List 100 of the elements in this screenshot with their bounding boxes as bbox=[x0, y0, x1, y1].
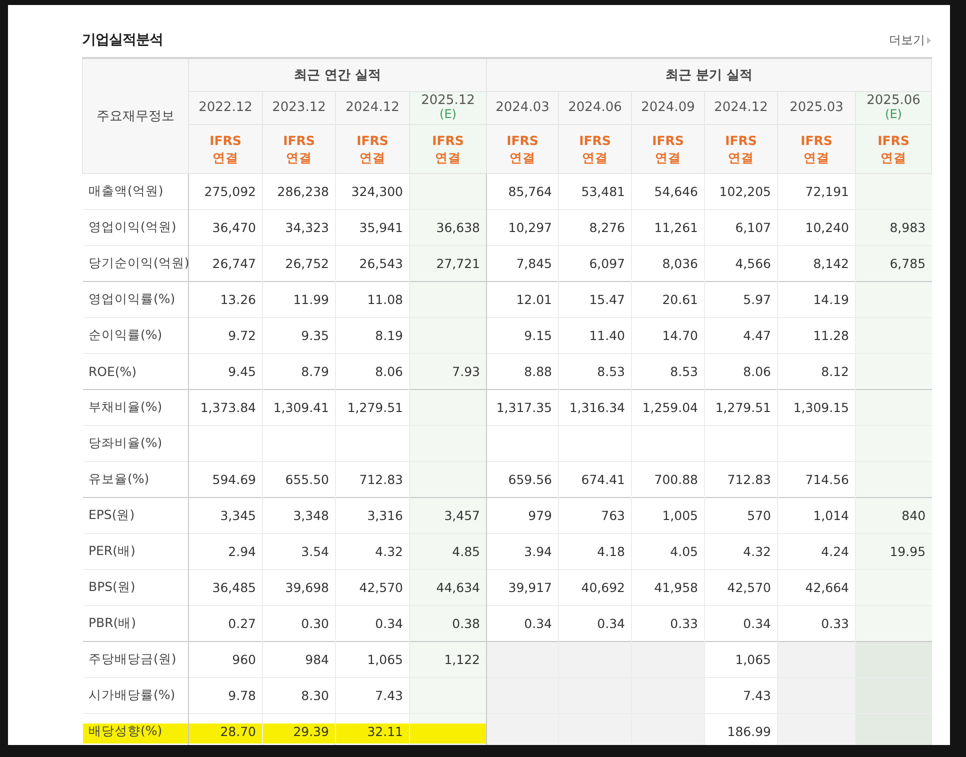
table-cell: 674.41 bbox=[558, 461, 632, 497]
table-cell: 1,279.51 bbox=[336, 389, 410, 425]
table-cell: 960 bbox=[188, 641, 262, 677]
table-cell: 7.43 bbox=[704, 677, 778, 713]
table-cell: 36,470 bbox=[188, 209, 262, 245]
table-cell: 72,191 bbox=[778, 173, 856, 209]
table-cell: 714.56 bbox=[778, 461, 856, 497]
accounting-basis-header: IFRS 연결 bbox=[856, 124, 932, 173]
table-cell: 763 bbox=[558, 497, 632, 533]
table-cell: 11.99 bbox=[262, 281, 336, 317]
row-label: 주당배당금(원) bbox=[82, 641, 188, 677]
table-cell: 28.70 bbox=[188, 713, 262, 745]
table-cell: 6,785 bbox=[856, 245, 932, 281]
table-cell: 1,309.41 bbox=[262, 389, 336, 425]
row-label: 당좌비율(%) bbox=[82, 425, 188, 461]
table-cell: 11,261 bbox=[632, 209, 704, 245]
table-cell: 11.40 bbox=[558, 317, 632, 353]
table-cell: 3.54 bbox=[262, 533, 336, 569]
accounting-basis-header: IFRS 연결 bbox=[336, 124, 410, 173]
table-cell: 8.06 bbox=[704, 353, 778, 389]
table-cell: 36,638 bbox=[410, 209, 486, 245]
row-label: BPS(원) bbox=[82, 569, 188, 605]
table-cell: 9.35 bbox=[262, 317, 336, 353]
table-cell: 8,983 bbox=[856, 209, 932, 245]
caret-icon bbox=[927, 37, 931, 44]
table-cell: 9.45 bbox=[188, 353, 262, 389]
row-label: PBR(배) bbox=[82, 605, 188, 641]
table-cell: 14.19 bbox=[778, 281, 856, 317]
table-cell: 53,481 bbox=[558, 173, 632, 209]
column-header: 2024.06 bbox=[558, 91, 632, 124]
accounting-basis-header: IFRS 연결 bbox=[410, 124, 486, 173]
table-cell: 34,323 bbox=[262, 209, 336, 245]
table-cell: 3.94 bbox=[486, 533, 558, 569]
section-title: 기업실적분석 bbox=[82, 31, 163, 49]
table-cell: 13.26 bbox=[188, 281, 262, 317]
table-cell: 1,317.35 bbox=[486, 389, 558, 425]
table-cell: 10,297 bbox=[486, 209, 558, 245]
table-cell: 4.47 bbox=[704, 317, 778, 353]
table-cell: 8.88 bbox=[486, 353, 558, 389]
table-cell: 0.33 bbox=[632, 605, 704, 641]
accounting-basis-header: IFRS 연결 bbox=[262, 124, 336, 173]
table-cell: 8.79 bbox=[262, 353, 336, 389]
accounting-basis-header: IFRS 연결 bbox=[486, 124, 558, 173]
table-cell: 26,752 bbox=[262, 245, 336, 281]
table-cell: 4.24 bbox=[778, 533, 856, 569]
row-label: 영업이익률(%) bbox=[82, 281, 188, 317]
table-cell: 186.99 bbox=[704, 713, 778, 745]
row-label: PER(배) bbox=[82, 533, 188, 569]
column-header: 2025.03 bbox=[778, 91, 856, 124]
table-cell: 3,348 bbox=[262, 497, 336, 533]
table-cell: 1,309.15 bbox=[778, 389, 856, 425]
row-label: 시가배당률(%) bbox=[82, 677, 188, 713]
table-cell: 11.08 bbox=[336, 281, 410, 317]
table-cell: 14.70 bbox=[632, 317, 704, 353]
table-cell: 1,065 bbox=[704, 641, 778, 677]
table-cell: 8,142 bbox=[778, 245, 856, 281]
table-cell: 3,316 bbox=[336, 497, 410, 533]
column-header: 주요재무정보 bbox=[82, 58, 188, 173]
row-label: 매출액(억원) bbox=[82, 173, 188, 209]
column-header: 2025.06 (E) bbox=[856, 91, 932, 124]
table-cell: 2.94 bbox=[188, 533, 262, 569]
table-cell: 4,566 bbox=[704, 245, 778, 281]
table-cell: 8.53 bbox=[558, 353, 632, 389]
column-group-header: 최근 연간 실적 bbox=[188, 58, 486, 91]
table-cell: 12.01 bbox=[486, 281, 558, 317]
table-cell: 10,240 bbox=[778, 209, 856, 245]
table-cell: 840 bbox=[856, 497, 932, 533]
table-cell: 54,646 bbox=[632, 173, 704, 209]
row-label: 당기순이익(억원) bbox=[82, 245, 188, 281]
table-cell: 1,014 bbox=[778, 497, 856, 533]
table-cell: 42,664 bbox=[778, 569, 856, 605]
more-link[interactable]: 더보기 bbox=[889, 32, 931, 49]
table-cell: 8.12 bbox=[778, 353, 856, 389]
table-cell: 5.97 bbox=[704, 281, 778, 317]
accounting-basis-header: IFRS 연결 bbox=[704, 124, 778, 173]
table-cell: 1,316.34 bbox=[558, 389, 632, 425]
row-label: 순이익률(%) bbox=[82, 317, 188, 353]
table-cell: 655.50 bbox=[262, 461, 336, 497]
table-cell: 7.93 bbox=[410, 353, 486, 389]
table-cell: 712.83 bbox=[704, 461, 778, 497]
table-cell: 659.56 bbox=[486, 461, 558, 497]
table-cell: 26,543 bbox=[336, 245, 410, 281]
table-cell: 15.47 bbox=[558, 281, 632, 317]
table-cell: 9.72 bbox=[188, 317, 262, 353]
table-cell: 4.85 bbox=[410, 533, 486, 569]
row-label: ROE(%) bbox=[82, 353, 188, 389]
table-cell: 712.83 bbox=[336, 461, 410, 497]
table-cell: 570 bbox=[704, 497, 778, 533]
table-cell: 44,634 bbox=[410, 569, 486, 605]
column-header: 2022.12 bbox=[188, 91, 262, 124]
table-cell: 7.43 bbox=[336, 677, 410, 713]
table-cell: 979 bbox=[486, 497, 558, 533]
table-cell: 0.34 bbox=[336, 605, 410, 641]
table-cell: 275,092 bbox=[188, 173, 262, 209]
table-cell: 0.27 bbox=[188, 605, 262, 641]
table-cell: 8,036 bbox=[632, 245, 704, 281]
table-cell: 3,457 bbox=[410, 497, 486, 533]
table-cell: 19.95 bbox=[856, 533, 932, 569]
row-label: 영업이익(억원) bbox=[82, 209, 188, 245]
table-cell: 0.34 bbox=[558, 605, 632, 641]
